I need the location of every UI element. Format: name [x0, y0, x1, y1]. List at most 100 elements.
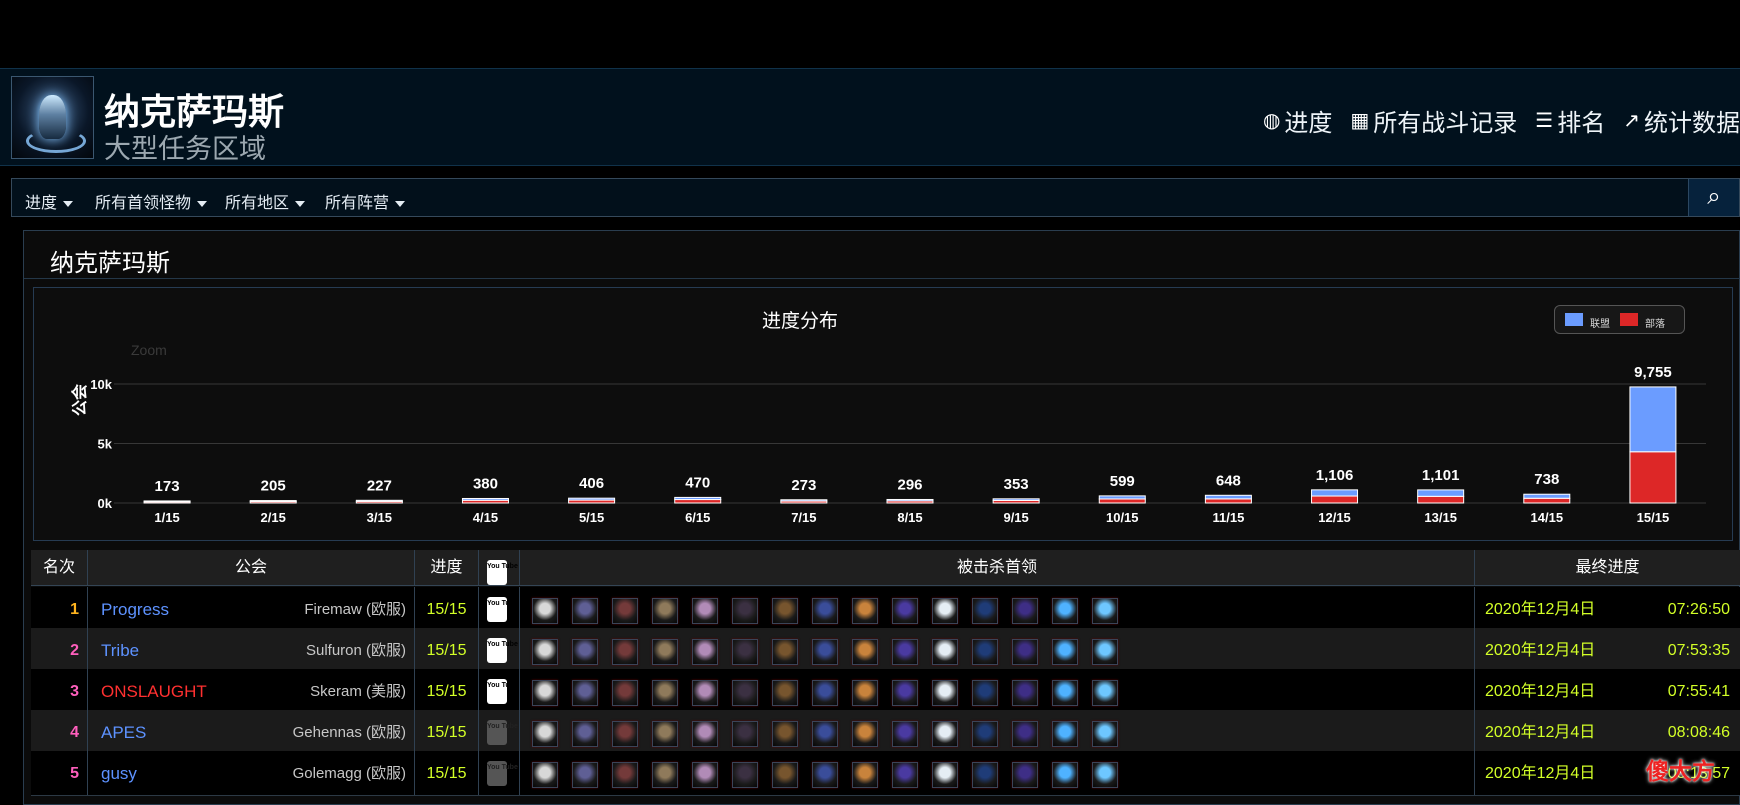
boss-icon[interactable]: [1012, 721, 1038, 747]
nav-progress-link[interactable]: ◍ 进度: [1263, 103, 1332, 138]
boss-icon[interactable]: [612, 598, 638, 624]
table-row: 5 gusy Golemagg (欧服) 15/15 You Tube 2020…: [31, 751, 1740, 796]
boss-icon[interactable]: [772, 762, 798, 788]
boss-icon[interactable]: [572, 721, 598, 747]
boss-icon[interactable]: [572, 680, 598, 706]
boss-icon[interactable]: [812, 680, 838, 706]
boss-icon[interactable]: [932, 598, 958, 624]
boss-icon[interactable]: [852, 639, 878, 665]
boss-icon[interactable]: [1092, 721, 1118, 747]
boss-icon[interactable]: [852, 598, 878, 624]
guild-name-link[interactable]: ONSLAUGHT: [101, 682, 207, 701]
boss-icon[interactable]: [732, 680, 758, 706]
boss-icon[interactable]: [1012, 639, 1038, 665]
boss-icon[interactable]: [1012, 680, 1038, 706]
boss-icon[interactable]: [892, 721, 918, 747]
youtube-icon[interactable]: You Tube: [487, 597, 518, 622]
menu-regions-dropdown[interactable]: 所有地区: [225, 189, 306, 213]
nav-rankings-link[interactable]: ☰ 排名: [1535, 103, 1605, 138]
guild-name-link[interactable]: gusy: [101, 764, 137, 783]
boss-icon[interactable]: [612, 639, 638, 665]
boss-icon[interactable]: [532, 721, 558, 747]
boss-icon[interactable]: [732, 639, 758, 665]
boss-icon[interactable]: [1092, 762, 1118, 788]
boss-icon[interactable]: [732, 721, 758, 747]
progress-cell: 15/15: [415, 587, 479, 631]
guild-name-link[interactable]: APES: [101, 723, 146, 742]
boss-icon[interactable]: [692, 598, 718, 624]
menu-bosses-dropdown[interactable]: 所有首领怪物: [95, 189, 208, 213]
menu-progress-dropdown[interactable]: 进度: [25, 189, 74, 213]
boss-icon[interactable]: [972, 639, 998, 665]
boss-icon[interactable]: [572, 598, 598, 624]
final-date: 2020年12月4日: [1485, 601, 1596, 618]
boss-icon[interactable]: [572, 762, 598, 788]
boss-icon[interactable]: [972, 680, 998, 706]
boss-icon[interactable]: [772, 598, 798, 624]
boss-icon[interactable]: [612, 762, 638, 788]
boss-icon[interactable]: [532, 598, 558, 624]
boss-icon[interactable]: [732, 598, 758, 624]
boss-icon[interactable]: [692, 762, 718, 788]
boss-icon[interactable]: [692, 639, 718, 665]
boss-icon[interactable]: [772, 639, 798, 665]
boss-icon[interactable]: [932, 680, 958, 706]
boss-icon[interactable]: [812, 639, 838, 665]
boss-icon[interactable]: [812, 762, 838, 788]
boss-icon[interactable]: [772, 721, 798, 747]
boss-icon[interactable]: [1092, 680, 1118, 706]
boss-icon[interactable]: [532, 762, 558, 788]
boss-icon[interactable]: [652, 721, 678, 747]
boss-icon[interactable]: [1052, 680, 1078, 706]
server-name: Firemaw (欧服): [304, 601, 406, 618]
boss-icon[interactable]: [812, 598, 838, 624]
boss-icon[interactable]: [972, 598, 998, 624]
boss-icon[interactable]: [1052, 762, 1078, 788]
boss-icon[interactable]: [692, 680, 718, 706]
boss-icon[interactable]: [932, 639, 958, 665]
boss-icon[interactable]: [1092, 598, 1118, 624]
boss-icon[interactable]: [852, 762, 878, 788]
boss-icon[interactable]: [1092, 639, 1118, 665]
nav-statistics-link[interactable]: ↗ 统计数据: [1623, 103, 1740, 138]
final-progress-column-header: 最终进度: [1575, 559, 1640, 576]
guild-name-link[interactable]: Tribe: [101, 641, 139, 660]
boss-icon[interactable]: [692, 721, 718, 747]
boss-icon[interactable]: [652, 680, 678, 706]
bar-total-label: 353: [1004, 476, 1029, 493]
alliance-bar: [461, 497, 509, 501]
boss-icon[interactable]: [1052, 598, 1078, 624]
boss-icon[interactable]: [532, 639, 558, 665]
guild-name-link[interactable]: Progress: [101, 600, 169, 619]
boss-icon[interactable]: [852, 721, 878, 747]
boss-icon[interactable]: [1052, 639, 1078, 665]
boss-icon[interactable]: [732, 762, 758, 788]
boss-icon[interactable]: [892, 598, 918, 624]
menu-factions-dropdown[interactable]: 所有阵营: [325, 189, 406, 213]
youtube-icon[interactable]: You Tube: [487, 679, 518, 704]
boss-icon[interactable]: [972, 721, 998, 747]
boss-icon[interactable]: [652, 598, 678, 624]
boss-icon[interactable]: [772, 680, 798, 706]
boss-icon[interactable]: [892, 639, 918, 665]
boss-icon[interactable]: [612, 721, 638, 747]
boss-icon[interactable]: [892, 762, 918, 788]
boss-icon[interactable]: [572, 639, 598, 665]
boss-icon[interactable]: [932, 762, 958, 788]
boss-icon[interactable]: [612, 680, 638, 706]
boss-icon[interactable]: [812, 721, 838, 747]
boss-icon[interactable]: [972, 762, 998, 788]
boss-icon[interactable]: [1012, 598, 1038, 624]
nav-all-logs-link[interactable]: ▦ 所有战斗记录: [1350, 103, 1517, 138]
x-tick-label: 7/15: [791, 510, 816, 525]
boss-icon[interactable]: [1052, 721, 1078, 747]
boss-icon[interactable]: [932, 721, 958, 747]
search-button[interactable]: ⌕: [1688, 179, 1739, 216]
boss-icon[interactable]: [532, 680, 558, 706]
boss-icon[interactable]: [652, 639, 678, 665]
boss-icon[interactable]: [852, 680, 878, 706]
youtube-icon[interactable]: You Tube: [487, 638, 518, 663]
boss-icon[interactable]: [652, 762, 678, 788]
boss-icon[interactable]: [1012, 762, 1038, 788]
boss-icon[interactable]: [892, 680, 918, 706]
